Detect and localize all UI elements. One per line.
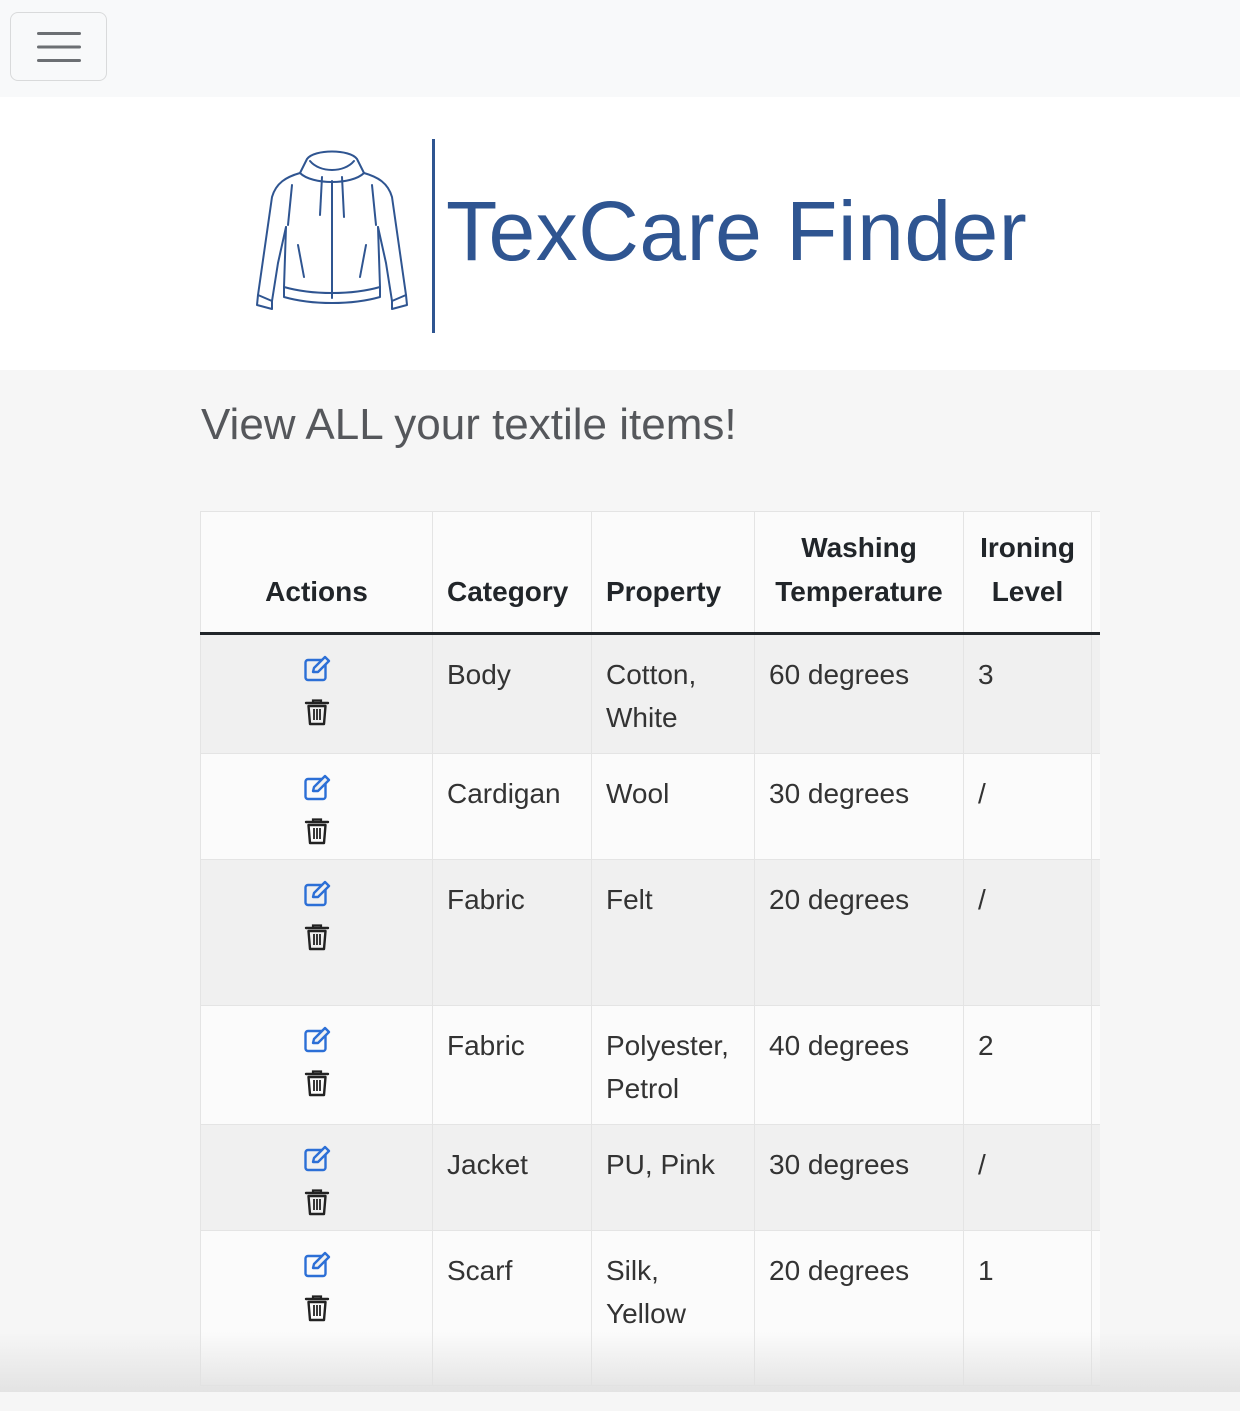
trash-icon[interactable] xyxy=(303,923,331,951)
cell-washing-temperature: 20 degrees xyxy=(754,1230,964,1386)
site-header: TexCare Finder xyxy=(0,97,1240,370)
navbar xyxy=(0,0,1240,97)
column-header-actions: Actions xyxy=(200,511,433,635)
edit-pencil-icon[interactable] xyxy=(303,1026,331,1054)
cell-property: PU, Pink xyxy=(591,1124,755,1231)
trash-icon[interactable] xyxy=(303,817,331,845)
table-row: Body Cotton, White 60 degrees 3 xyxy=(200,633,1100,754)
hamburger-menu-icon xyxy=(36,31,81,62)
cell-washing-temperature: 30 degrees xyxy=(754,753,964,860)
cell-property: Silk, Yellow xyxy=(591,1230,755,1386)
trash-icon[interactable] xyxy=(303,1294,331,1322)
column-header-ironing-line1: Ironing xyxy=(980,532,1075,563)
table-container[interactable]: Actions Category Property Washing Temper… xyxy=(200,511,1100,1411)
logo-text: TexCare Finder xyxy=(446,184,1028,278)
row-actions xyxy=(200,859,433,1006)
cell-category: Body xyxy=(432,633,592,754)
column-header-overflow xyxy=(1091,511,1100,635)
column-header-washing-temperature: Washing Temperature xyxy=(754,511,964,635)
cell-ironing-level: / xyxy=(963,859,1092,1006)
column-header-category: Category xyxy=(432,511,592,635)
cell-property: Felt xyxy=(591,859,755,1006)
cell-overflow xyxy=(1091,1230,1100,1386)
main-content: View ALL your textile items! Actions Cat… xyxy=(0,370,1240,1392)
column-header-washing-line1: Washing xyxy=(801,532,917,563)
cell-ironing-level: 2 xyxy=(963,1005,1092,1125)
cell-washing-temperature: 30 degrees xyxy=(754,1124,964,1231)
hoodie-jacket-icon xyxy=(256,150,408,310)
row-actions xyxy=(200,1230,433,1386)
textile-items-table: Actions Category Property Washing Temper… xyxy=(200,511,1100,1386)
row-actions xyxy=(200,1124,433,1231)
cell-washing-temperature: 60 degrees xyxy=(754,633,964,754)
navbar-toggle-button[interactable] xyxy=(10,12,107,81)
cell-ironing-level: 1 xyxy=(963,1230,1092,1386)
page-title: View ALL your textile items! xyxy=(201,400,737,449)
cell-overflow xyxy=(1091,753,1100,860)
edit-pencil-icon[interactable] xyxy=(303,774,331,802)
table-row: Scarf Silk, Yellow 20 degrees 1 xyxy=(200,1230,1100,1386)
cell-category: Fabric xyxy=(432,859,592,1006)
table-row: Jacket PU, Pink 30 degrees / xyxy=(200,1124,1100,1231)
cell-property: Wool xyxy=(591,753,755,860)
trash-icon[interactable] xyxy=(303,698,331,726)
cell-overflow xyxy=(1091,859,1100,1006)
table-header-row: Actions Category Property Washing Temper… xyxy=(200,511,1100,635)
cell-ironing-level: / xyxy=(963,753,1092,860)
cell-washing-temperature: 20 degrees xyxy=(754,859,964,1006)
trash-icon[interactable] xyxy=(303,1069,331,1097)
row-actions xyxy=(200,633,433,754)
edit-pencil-icon[interactable] xyxy=(303,880,331,908)
logo[interactable]: TexCare Finder xyxy=(250,137,1030,337)
edit-pencil-icon[interactable] xyxy=(303,1145,331,1173)
cell-overflow xyxy=(1091,1005,1100,1125)
column-header-ironing-level: Ironing Level xyxy=(963,511,1092,635)
cell-overflow xyxy=(1091,1124,1100,1231)
row-actions xyxy=(200,1005,433,1125)
cell-category: Scarf xyxy=(432,1230,592,1386)
table-row: Fabric Polyester, Petrol 40 degrees 2 xyxy=(200,1005,1100,1125)
table-row: Cardigan Wool 30 degrees / xyxy=(200,753,1100,860)
table-row: Fabric Felt 20 degrees / xyxy=(200,859,1100,1006)
column-header-ironing-line2: Level xyxy=(991,576,1064,607)
cell-ironing-level: / xyxy=(963,1124,1092,1231)
trash-icon[interactable] xyxy=(303,1188,331,1216)
cell-overflow xyxy=(1091,633,1100,754)
logo-divider xyxy=(432,139,435,333)
edit-pencil-icon[interactable] xyxy=(303,1251,331,1279)
cell-category: Jacket xyxy=(432,1124,592,1231)
column-header-washing-line2: Temperature xyxy=(775,576,943,607)
row-actions xyxy=(200,753,433,860)
cell-washing-temperature: 40 degrees xyxy=(754,1005,964,1125)
cell-property: Polyester, Petrol xyxy=(591,1005,755,1125)
cell-ironing-level: 3 xyxy=(963,633,1092,754)
cell-category: Fabric xyxy=(432,1005,592,1125)
column-header-property: Property xyxy=(591,511,755,635)
cell-category: Cardigan xyxy=(432,753,592,860)
edit-pencil-icon[interactable] xyxy=(303,655,331,683)
cell-property: Cotton, White xyxy=(591,633,755,754)
